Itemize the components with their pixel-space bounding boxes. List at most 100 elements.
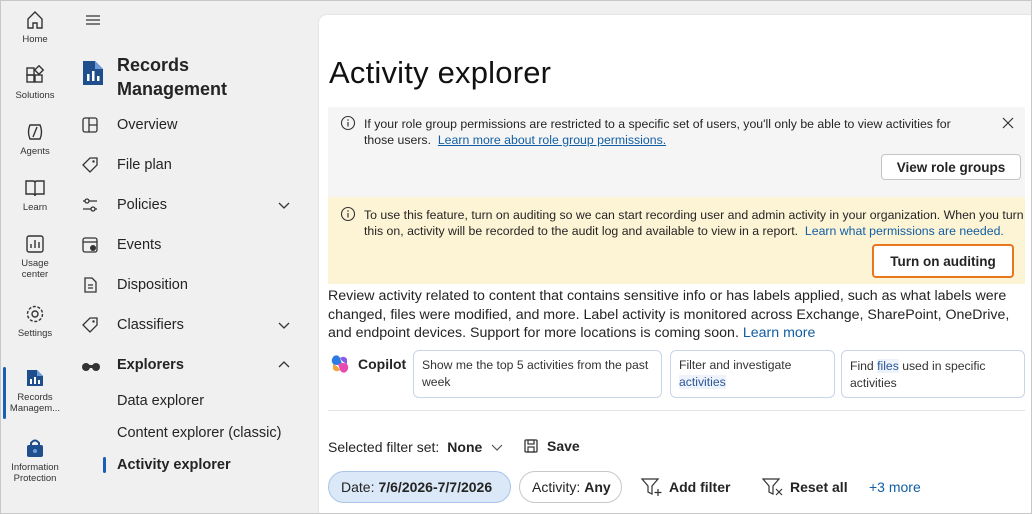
rail-label: Settings bbox=[17, 328, 53, 339]
more-filters-link[interactable]: +3 more bbox=[869, 479, 921, 495]
records-management-icon bbox=[83, 61, 103, 85]
add-filter-button[interactable]: Add filter bbox=[641, 477, 730, 497]
nav-item-disposition[interactable]: Disposition bbox=[81, 270, 301, 300]
agents-icon bbox=[27, 124, 43, 140]
nav-item-label: Explorers bbox=[117, 357, 184, 373]
prompt-highlight: activities bbox=[679, 375, 726, 389]
view-role-groups-button[interactable]: View role groups bbox=[881, 154, 1021, 180]
reset-filter-icon bbox=[762, 478, 783, 496]
chevron-down-icon bbox=[278, 322, 290, 329]
prompt-text: Show me the top 5 activities from the pa… bbox=[422, 358, 649, 389]
role-group-permissions-link[interactable]: Learn more about role group permissions. bbox=[438, 133, 666, 147]
learn-more-link[interactable]: Learn more bbox=[743, 325, 816, 341]
nav-item-explorers[interactable]: Explorers bbox=[81, 350, 301, 380]
prompt-text: Filter and investigate bbox=[679, 358, 792, 372]
copilot-icon bbox=[331, 355, 349, 373]
main-panel: Activity explorer If your role group per… bbox=[319, 15, 1031, 513]
disposition-icon bbox=[84, 277, 97, 293]
permissions-needed-link[interactable]: Learn what permissions are needed. bbox=[805, 224, 1004, 238]
save-label: Save bbox=[547, 438, 580, 454]
app-window: Home Solutions Agents Learn Usage center… bbox=[0, 0, 1032, 514]
rail-settings[interactable]: Settings bbox=[1, 303, 69, 339]
close-icon[interactable] bbox=[1001, 116, 1015, 130]
chevron-down-icon bbox=[491, 444, 503, 451]
copilot-prompt-find-files[interactable]: Find files used in specific activities bbox=[841, 350, 1025, 398]
rail-label: Information bbox=[11, 462, 59, 473]
divider bbox=[328, 410, 1025, 411]
nav-item-label: Events bbox=[117, 237, 162, 253]
app-title: Records Management bbox=[117, 55, 228, 99]
page-description: Review activity related to content that … bbox=[328, 287, 1028, 343]
nav-active-indicator bbox=[103, 457, 106, 473]
date-filter-value: 7/6/2026-7/7/2026 bbox=[378, 479, 493, 495]
activity-filter-pill[interactable]: Activity: Any bbox=[519, 471, 622, 503]
description-text: Review activity related to content that … bbox=[328, 288, 1010, 341]
rail-label: Usage bbox=[21, 258, 49, 269]
turn-on-auditing-button[interactable]: Turn on auditing bbox=[872, 244, 1014, 278]
rail-label: Agents bbox=[20, 146, 50, 157]
chevron-up-icon bbox=[278, 361, 290, 368]
info-icon bbox=[340, 206, 356, 222]
information-protection-icon bbox=[27, 439, 43, 457]
rail-label: Learn bbox=[22, 202, 48, 213]
rail-learn[interactable]: Learn bbox=[1, 177, 69, 213]
copilot-prompt-filter-activities[interactable]: Filter and investigate activities bbox=[670, 350, 835, 398]
rail-label-2: center bbox=[21, 269, 49, 280]
tag-icon bbox=[82, 157, 98, 173]
copilot-label: Copilot bbox=[328, 352, 406, 376]
nav-item-file-plan[interactable]: File plan bbox=[81, 150, 301, 180]
reset-all-button[interactable]: Reset all bbox=[762, 477, 848, 497]
filter-set-selector[interactable]: Selected filter set: None bbox=[328, 439, 504, 455]
binoculars-icon bbox=[82, 363, 100, 371]
info-icon bbox=[340, 115, 356, 131]
hamburger-icon bbox=[86, 15, 100, 25]
nav-sub-item-data-explorer[interactable]: Data explorer bbox=[117, 393, 204, 409]
nav-sub-item-activity-explorer[interactable]: Activity explorer bbox=[117, 457, 231, 473]
add-filter-icon bbox=[641, 478, 662, 496]
filter-set-value: None bbox=[447, 439, 483, 455]
info-message-text: If your role group permissions are restr… bbox=[364, 116, 984, 148]
side-nav: Records Management Overview File plan Po… bbox=[69, 1, 309, 513]
sliders-icon bbox=[83, 198, 97, 212]
rail-information-protection[interactable]: Information Protection bbox=[1, 437, 69, 484]
save-filter-button[interactable]: Save bbox=[523, 438, 580, 454]
learn-icon bbox=[25, 180, 45, 197]
nav-item-policies[interactable]: Policies bbox=[81, 190, 301, 220]
nav-item-label: Classifiers bbox=[117, 317, 184, 333]
nav-item-label: Policies bbox=[117, 197, 167, 213]
chevron-down-icon bbox=[278, 202, 290, 209]
prompt-highlight: files bbox=[877, 359, 899, 373]
copilot-text: Copilot bbox=[358, 356, 407, 372]
nav-item-overview[interactable]: Overview bbox=[81, 110, 301, 140]
rail-home[interactable]: Home bbox=[1, 9, 69, 45]
rail-label-2: Managem... bbox=[9, 403, 61, 414]
events-icon bbox=[82, 237, 98, 253]
rail-label: Solutions bbox=[15, 90, 55, 101]
usage-center-icon bbox=[26, 235, 44, 253]
rail-solutions[interactable]: Solutions bbox=[1, 65, 69, 101]
settings-icon bbox=[26, 305, 44, 323]
nav-item-label: File plan bbox=[117, 157, 172, 173]
filter-set-label: Selected filter set: bbox=[328, 439, 440, 455]
hamburger-menu-button[interactable] bbox=[85, 13, 101, 32]
page-title: Activity explorer bbox=[329, 55, 552, 90]
rail-label: Records bbox=[17, 392, 53, 403]
nav-item-label: Overview bbox=[117, 117, 178, 133]
warning-message-text: To use this feature, turn on auditing so… bbox=[364, 207, 1024, 239]
overview-icon bbox=[82, 117, 98, 133]
rail-agents[interactable]: Agents bbox=[1, 121, 69, 157]
rail-label: Home bbox=[22, 34, 48, 45]
activity-filter-label: Activity: bbox=[532, 479, 581, 495]
nav-item-classifiers[interactable]: Classifiers bbox=[81, 310, 301, 340]
rail-usage-center[interactable]: Usage center bbox=[1, 233, 69, 280]
home-icon bbox=[27, 11, 43, 29]
copilot-prompt-top-activities[interactable]: Show me the top 5 activities from the pa… bbox=[413, 350, 662, 398]
rail-records-management[interactable]: Records Managem... bbox=[1, 367, 69, 414]
info-message-bar: If your role group permissions are restr… bbox=[328, 107, 1025, 198]
prompt-text: Find bbox=[850, 359, 874, 373]
reset-all-label: Reset all bbox=[790, 479, 848, 495]
tag-icon bbox=[82, 317, 98, 333]
nav-sub-item-content-explorer[interactable]: Content explorer (classic) bbox=[117, 425, 281, 441]
nav-item-events[interactable]: Events bbox=[81, 230, 301, 260]
date-filter-pill[interactable]: Date: 7/6/2026-7/7/2026 bbox=[328, 471, 511, 503]
